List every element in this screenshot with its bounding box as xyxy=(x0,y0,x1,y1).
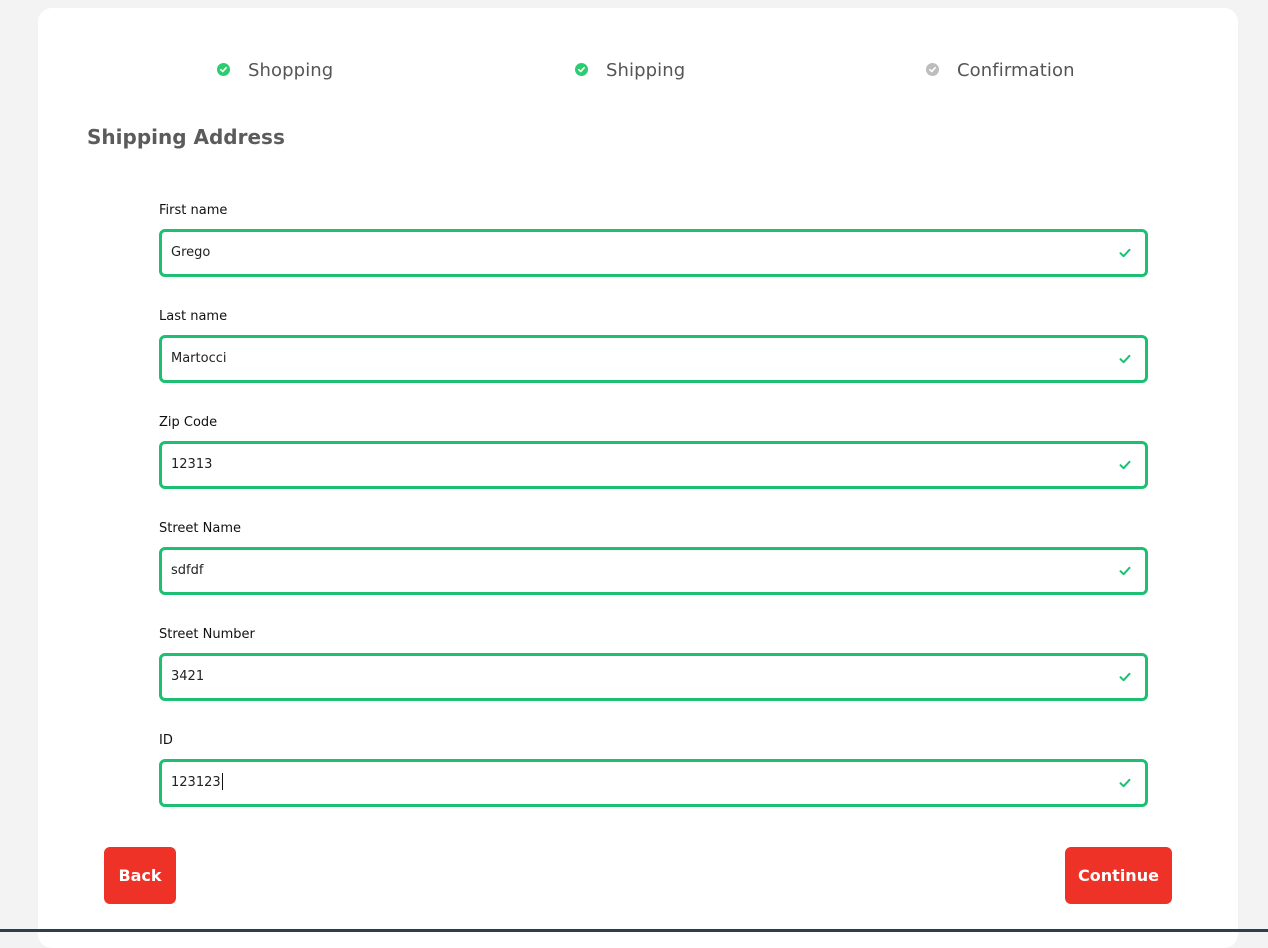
street-number-input[interactable]: 3421 xyxy=(159,653,1148,701)
id-input[interactable]: 123123 xyxy=(159,759,1148,807)
street-number-value: 3421 xyxy=(171,669,205,684)
zip-code-value: 12313 xyxy=(171,457,213,472)
id-group: ID 123123 xyxy=(159,732,1148,807)
street-number-label: Street Number xyxy=(159,627,255,642)
first-name-group: First name Grego xyxy=(159,202,1148,277)
step-label: Confirmation xyxy=(957,59,1075,81)
street-name-group: Street Name sdfdf xyxy=(159,520,1148,595)
first-name-label: First name xyxy=(159,203,228,218)
first-name-value: Grego xyxy=(171,245,211,260)
check-circle-icon xyxy=(575,62,588,76)
last-name-input[interactable]: Martocci xyxy=(159,335,1148,383)
check-circle-icon xyxy=(217,62,230,76)
street-name-value: sdfdf xyxy=(171,563,204,578)
id-value: 123123 xyxy=(171,762,223,804)
step-shopping: Shopping xyxy=(217,50,333,90)
last-name-value: Martocci xyxy=(171,351,227,366)
step-label: Shopping xyxy=(248,59,334,81)
step-label: Shipping xyxy=(606,59,686,81)
step-confirmation: Confirmation xyxy=(926,50,1075,90)
first-name-input[interactable]: Grego xyxy=(159,229,1148,277)
checkmark-icon xyxy=(1119,460,1131,470)
zip-code-group: Zip Code 12313 xyxy=(159,414,1148,489)
checkmark-icon xyxy=(1119,672,1131,682)
last-name-group: Last name Martocci xyxy=(159,308,1148,383)
last-name-label: Last name xyxy=(159,309,228,324)
street-name-label: Street Name xyxy=(159,521,241,536)
street-number-group: Street Number 3421 xyxy=(159,626,1148,701)
back-button[interactable]: Back xyxy=(104,847,176,904)
checkmark-icon xyxy=(1119,778,1131,788)
zip-code-input[interactable]: 12313 xyxy=(159,441,1148,489)
checkout-progress: Shopping Shipping Confirmation xyxy=(0,50,1268,90)
checkmark-icon xyxy=(1119,354,1131,364)
continue-button[interactable]: Continue xyxy=(1065,847,1172,904)
check-circle-icon xyxy=(926,62,939,76)
step-shipping: Shipping xyxy=(575,50,685,90)
id-label: ID xyxy=(159,733,173,748)
page-title: Shipping Address xyxy=(87,125,285,149)
checkmark-icon xyxy=(1119,248,1131,258)
street-name-input[interactable]: sdfdf xyxy=(159,547,1148,595)
checkmark-icon xyxy=(1119,566,1131,576)
zip-code-label: Zip Code xyxy=(159,415,218,430)
